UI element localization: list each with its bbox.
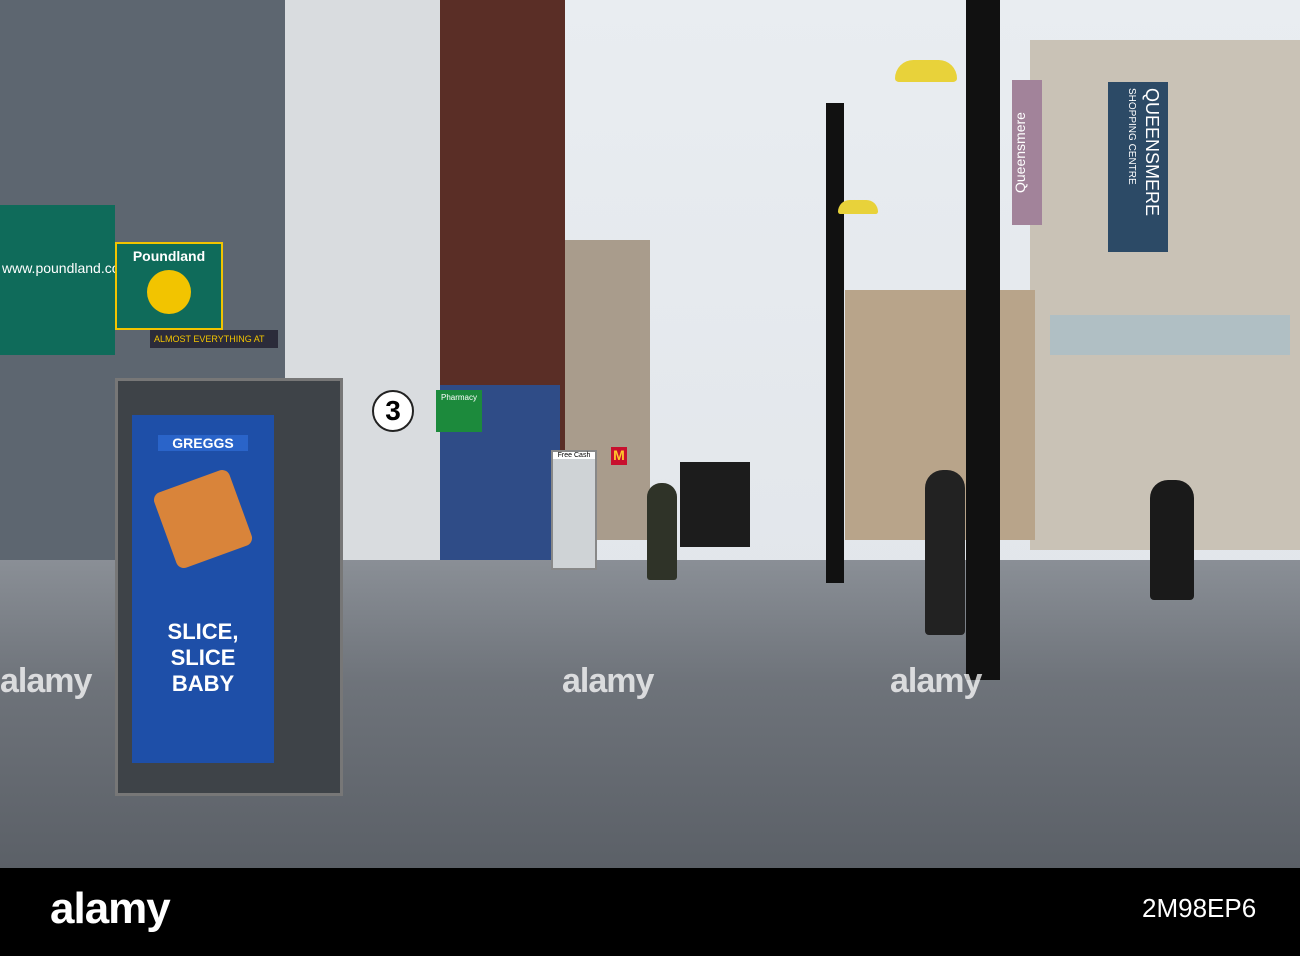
poundland-sign: Poundland [115, 242, 223, 330]
alamy-logo: alamy [50, 884, 171, 933]
mcdonalds-sign: M [611, 447, 627, 465]
street-photo: www.poundland.co.uk Poundland ALMOST EVE… [0, 0, 1300, 868]
poundland-logo-icon [147, 270, 191, 314]
greggs-poster: GREGGS SLICE, SLICE BABY [132, 415, 274, 763]
queensmere-vertical-banner: Queensmere [1012, 80, 1042, 225]
watermark: alamy [890, 662, 982, 700]
greggs-slogan: SLICE, SLICE BABY [167, 619, 239, 696]
canopy [1050, 315, 1290, 355]
pedestrian [647, 483, 677, 580]
lamp-head [895, 60, 957, 82]
pedestrian [925, 470, 965, 635]
pizza-image [151, 467, 255, 571]
three-sign: 3 [372, 390, 414, 432]
street-lamp-pole [966, 0, 1000, 680]
queensmere-title: QUEENSMERE [1142, 88, 1162, 217]
free-cash-label: Free Cash [553, 452, 595, 459]
lamp-head-2 [838, 200, 878, 214]
queensmere-subtitle: SHOPPING CENTRE [1126, 88, 1137, 185]
poundland-label: Poundland [132, 248, 206, 264]
watermark: alamy [0, 662, 92, 700]
poundland-tagline: ALMOST EVERYTHING AT [150, 330, 278, 348]
footer-bar [0, 868, 1300, 956]
pharmacy-sign: Pharmacy [436, 390, 482, 432]
image-id: 2M98EP6 [1142, 893, 1257, 923]
greggs-logo: GREGGS [158, 435, 248, 451]
queensmere-banner: QUEENSMERE SHOPPING CENTRE [1108, 82, 1168, 252]
street-lamp-pole-2 [826, 103, 844, 583]
watermark: alamy [562, 662, 654, 700]
poundland-fascia: www.poundland.co.uk [0, 205, 138, 355]
pedestrian [1150, 480, 1194, 600]
food-trailer [680, 462, 750, 547]
cash-machine: Free Cash [551, 450, 597, 570]
